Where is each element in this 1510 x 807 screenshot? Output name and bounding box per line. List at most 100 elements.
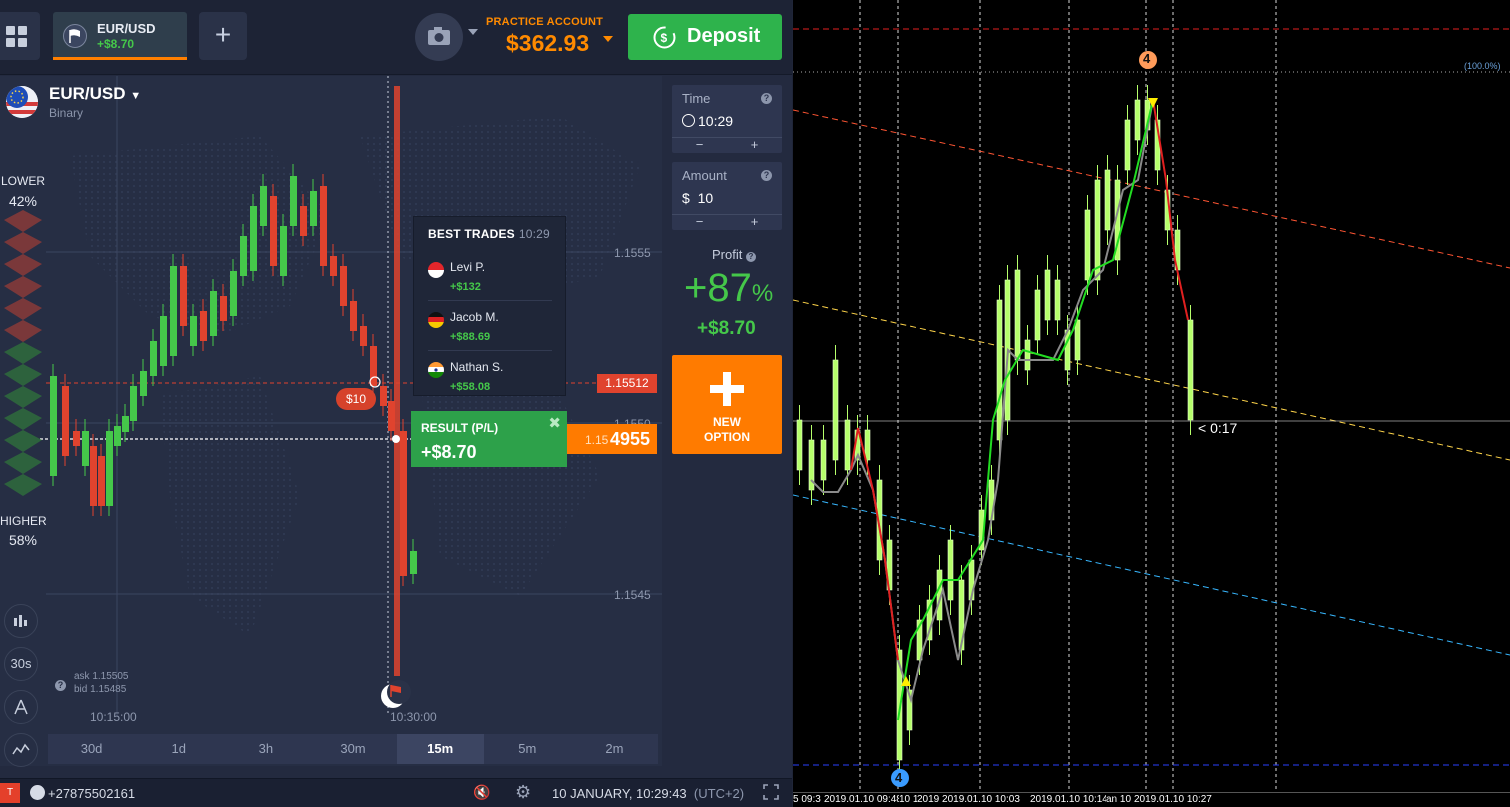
sentiment-chevron [4, 386, 42, 408]
camera-icon[interactable] [415, 13, 463, 61]
higher-label: HIGHER [0, 514, 47, 528]
svg-text:$: $ [661, 31, 668, 45]
trader-profit: +$58.08 [450, 381, 491, 393]
time-control[interactable]: Time ? 10:29 − + [672, 85, 782, 153]
candle [90, 446, 97, 506]
chart-type-icon[interactable] [4, 604, 38, 638]
chequered-flag-icon [63, 24, 87, 48]
mt4-candle-chart[interactable] [792, 0, 1510, 792]
timeframe-1d[interactable]: 1d [135, 734, 222, 764]
price-level-label: 1.1545 [614, 588, 651, 602]
eu-us-flag-icon [6, 86, 38, 118]
ask-price: ask 1.15505 [74, 671, 129, 682]
amount-label: Amount [682, 168, 727, 183]
asset-tab-profit: +$8.70 [97, 37, 135, 51]
account-type-label: PRACTICE ACCOUNT [486, 16, 604, 28]
top-bar: EUR/USD +$8.70 + PRACTICE ACCOUNT $362.9… [0, 0, 792, 75]
fullscreen-icon[interactable] [763, 784, 779, 800]
best-trades-time: 10:29 [518, 227, 550, 241]
candle [160, 316, 167, 366]
help-icon[interactable]: ? [55, 680, 66, 691]
status-badge[interactable]: T [0, 783, 20, 803]
amount-control[interactable]: Amount ? $ 10 − + [672, 162, 782, 230]
indicators-icon[interactable] [4, 733, 38, 767]
candle [310, 191, 317, 226]
result-label: RESULT (P/L) [421, 421, 499, 435]
candle [380, 386, 387, 406]
camera-dropdown-icon[interactable] [468, 29, 478, 35]
drawing-tools-icon[interactable] [4, 690, 38, 724]
singapore-flag-icon [428, 262, 444, 278]
add-asset-button[interactable]: + [199, 12, 247, 60]
time-minus-button[interactable]: − [672, 138, 727, 153]
timer-button[interactable]: 30s [4, 647, 38, 681]
time-plus-button[interactable]: + [727, 138, 782, 153]
sentiment-chevron [4, 474, 42, 496]
list-item: Jacob M. +$88.69 [428, 301, 552, 351]
timeframe-30m[interactable]: 30m [309, 734, 396, 764]
new-option-label: OPTION [703, 430, 750, 444]
list-item: Levi P. +$132 [428, 251, 552, 301]
candle [210, 291, 217, 336]
candle [290, 176, 297, 226]
asset-tab-eurusd[interactable]: EUR/USD +$8.70 [53, 12, 187, 60]
asset-dropdown-icon[interactable]: ▼ [130, 90, 141, 102]
lower-label: LOWER [0, 174, 45, 188]
timeframe-30d[interactable]: 30d [48, 734, 135, 764]
help-icon[interactable]: ? [761, 93, 772, 104]
current-price-label: 1.15 4955 [567, 424, 657, 454]
support-phone[interactable]: +27875502161 [48, 786, 135, 801]
new-option-button[interactable]: NEW OPTION [672, 355, 782, 454]
candle [240, 236, 247, 276]
timeframe-15m[interactable]: 15m [396, 734, 484, 764]
amount-plus-button[interactable]: + [727, 215, 782, 230]
apps-grid-icon[interactable] [0, 12, 40, 60]
time-axis-label: 5 09:3 [793, 794, 821, 805]
account-dropdown-icon[interactable] [603, 36, 613, 42]
amount-minus-button[interactable]: − [672, 215, 727, 230]
mt4-chart-window[interactable]: 4 4 (100.0%) < 0:17 5 09:3 2019.01.10 09… [792, 0, 1510, 807]
mute-icon[interactable]: 🔇 [473, 784, 490, 801]
trader-name: Jacob M. [450, 310, 499, 324]
trade-amount-badge[interactable]: $10 [336, 388, 376, 410]
sentiment-chevron [4, 298, 42, 320]
candle [150, 341, 157, 376]
candle [62, 386, 69, 456]
deposit-button[interactable]: $ Deposit [628, 14, 782, 60]
account-balance[interactable]: $362.93 [506, 30, 589, 57]
candle [330, 256, 337, 276]
candle [170, 266, 177, 356]
candle [320, 186, 327, 266]
candle-countdown: < 0:17 [1198, 420, 1238, 436]
timeframe-5m[interactable]: 5m [484, 734, 571, 764]
deposit-label: Deposit [687, 25, 761, 47]
settings-gear-icon[interactable]: ⚙ [515, 782, 531, 803]
time-value[interactable]: 10:29 [682, 113, 733, 129]
time-axis-label: 2019 2019.01.10 10:03 [917, 794, 1020, 805]
timeframe-3h[interactable]: 3h [222, 734, 309, 764]
higher-percentage: 58% [8, 532, 38, 548]
asset-name[interactable]: EUR/USD ▼ [49, 84, 141, 104]
candle [140, 371, 147, 396]
candle [190, 316, 197, 346]
candle [410, 551, 417, 574]
datetime: 10 JANUARY, 10:29:43 (UTC+2) [552, 786, 745, 801]
sentiment-chevron [4, 210, 42, 232]
fib-level-label: (100.0%) [1464, 61, 1501, 71]
new-option-label: NEW [713, 415, 741, 429]
close-icon[interactable]: ✖ [548, 414, 561, 432]
plus-icon [710, 372, 744, 406]
best-trades-panel: BEST TRADES 10:29 Levi P. +$132 Jacob M. … [413, 216, 566, 396]
time-axis-label: 2019.01.10 10:27 [1134, 794, 1212, 805]
help-icon[interactable]: ? [761, 170, 772, 181]
candle [114, 426, 121, 446]
bottom-bar: T +27875502161 🔇 ⚙ 10 JANUARY, 10:29:43 … [0, 778, 792, 807]
sentiment-chevron [4, 254, 42, 276]
amount-input[interactable]: $ 10 [682, 190, 713, 206]
sentiment-chevron [4, 452, 42, 474]
profit-label: Profit ? [712, 247, 756, 262]
timeframe-2m[interactable]: 2m [571, 734, 658, 764]
help-icon[interactable]: ? [745, 252, 756, 262]
bid-price: bid 1.15485 [74, 684, 127, 695]
sentiment-chevron [4, 430, 42, 452]
